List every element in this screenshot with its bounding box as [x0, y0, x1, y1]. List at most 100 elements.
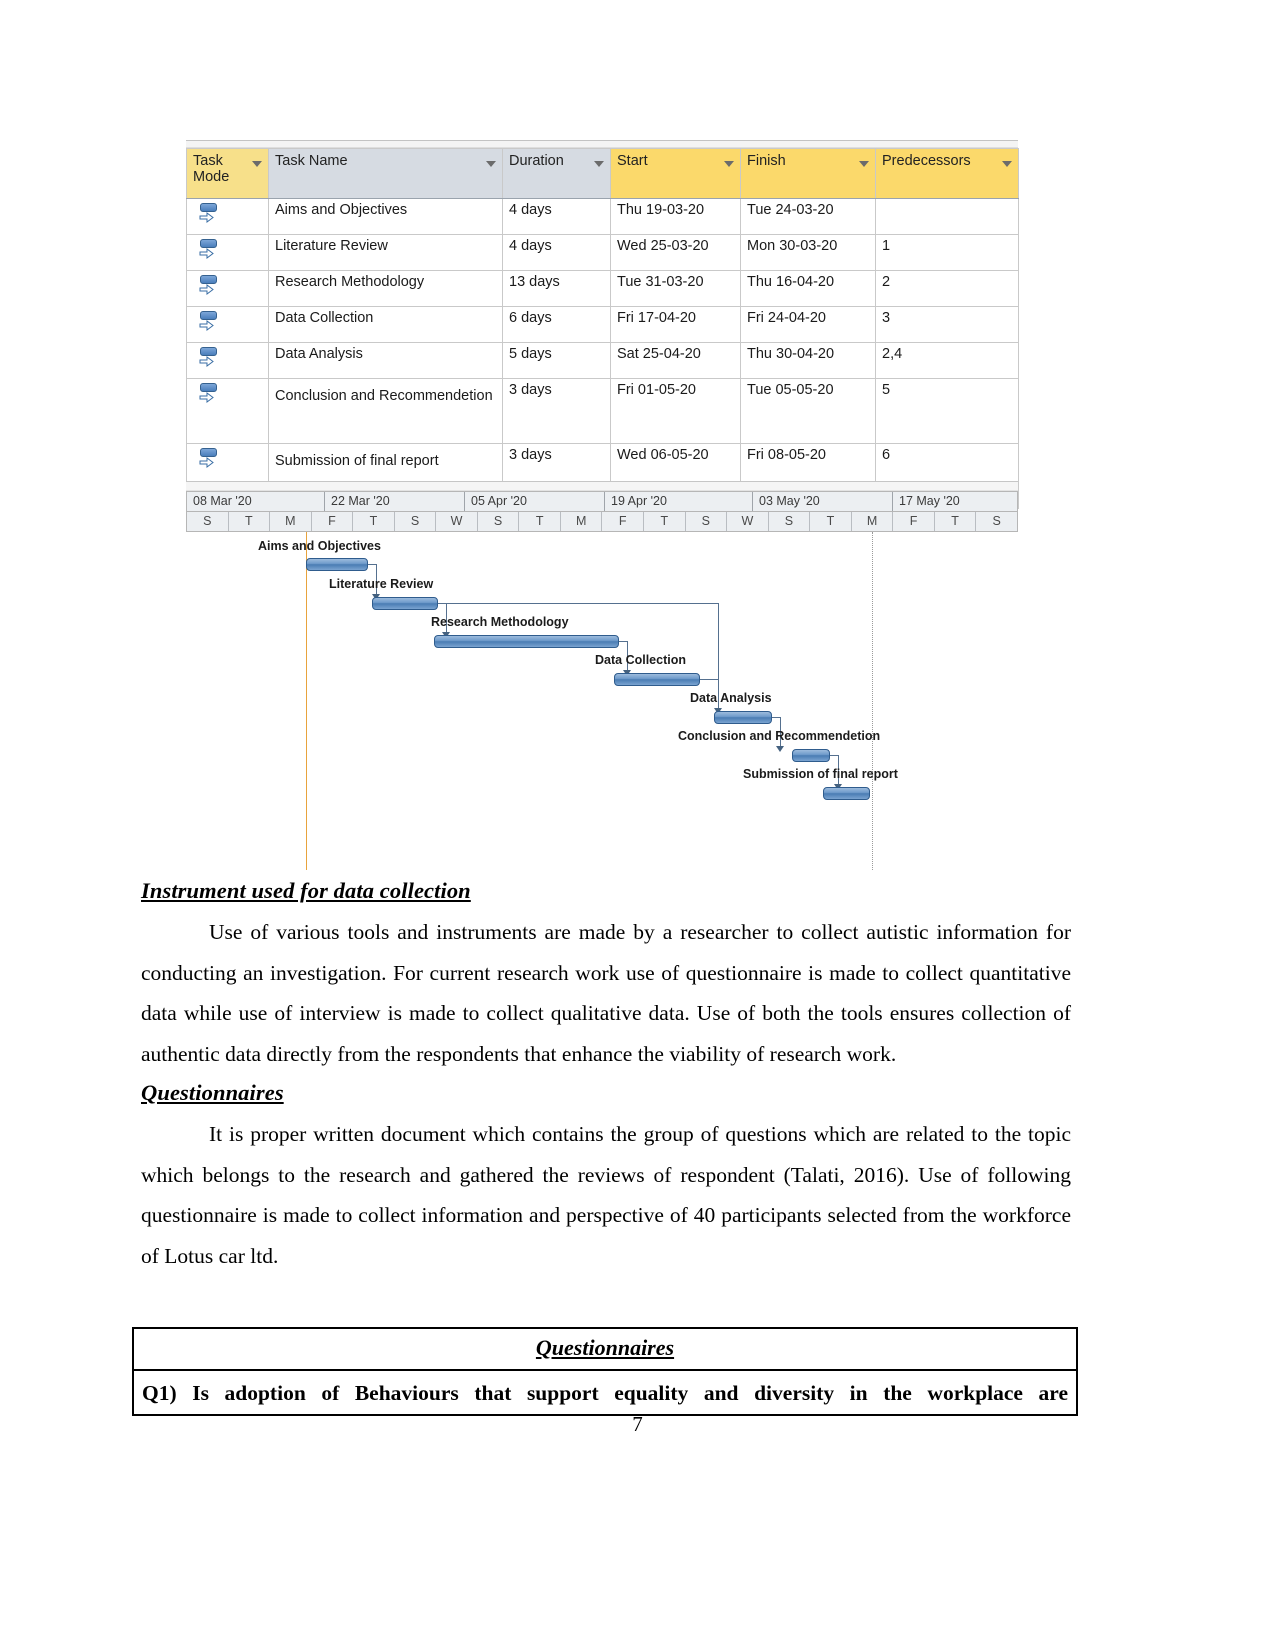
- gantt-separator: [186, 481, 1018, 491]
- auto-schedule-icon: [198, 447, 220, 471]
- auto-schedule-icon: [198, 274, 220, 298]
- day-tick: S: [992, 514, 1001, 528]
- gantt-bar[interactable]: [614, 673, 700, 686]
- gantt-timeline-weeks: 08 Mar '20 22 Mar '20 05 Apr '20 19 Apr …: [186, 491, 1018, 511]
- day-tick: F: [312, 512, 354, 531]
- cell-duration[interactable]: 5 days: [502, 342, 611, 379]
- cell-task-name[interactable]: Literature Review: [268, 234, 503, 271]
- bar-label: Literature Review: [329, 577, 434, 591]
- cell-predecessors[interactable]: 2,4: [875, 342, 1019, 379]
- cell-duration[interactable]: 4 days: [502, 198, 611, 235]
- ms-project-screenshot: Task Mode Task Name Duration Start Finis…: [186, 140, 1019, 509]
- column-header-task-mode[interactable]: Task Mode: [186, 148, 269, 199]
- dependency-link: [438, 603, 718, 604]
- dependency-link: [619, 641, 627, 642]
- dependency-link: [700, 679, 718, 680]
- cell-task-name[interactable]: Data Collection: [268, 306, 503, 343]
- cell-task-mode[interactable]: [186, 378, 269, 444]
- column-header-start[interactable]: Start: [610, 148, 741, 199]
- column-header-task-name[interactable]: Task Name: [268, 148, 503, 199]
- cell-start[interactable]: Wed 25-03-20: [610, 234, 741, 271]
- auto-schedule-icon: [198, 382, 220, 406]
- cell-predecessors[interactable]: 2: [875, 270, 1019, 307]
- table-row[interactable]: Conclusion and Recommendetion 3 days Fri…: [186, 378, 1019, 444]
- cell-duration[interactable]: 4 days: [502, 234, 611, 271]
- bar-label: Aims and Objectives: [258, 539, 381, 553]
- filter-arrow-icon[interactable]: [1002, 161, 1012, 167]
- table-row[interactable]: Data Analysis 5 days Sat 25-04-20 Thu 30…: [186, 342, 1019, 379]
- filter-arrow-icon[interactable]: [486, 161, 496, 167]
- cell-predecessors[interactable]: 3: [875, 306, 1019, 343]
- header-label: Duration: [509, 153, 564, 169]
- cell-start[interactable]: Tue 31-03-20: [610, 270, 741, 307]
- header-label: Predecessors: [882, 153, 971, 169]
- cell-finish[interactable]: Thu 30-04-20: [740, 342, 876, 379]
- cell-duration[interactable]: 13 days: [502, 270, 611, 307]
- cell-start[interactable]: Fri 01-05-20: [610, 378, 741, 444]
- day-tick: T: [935, 512, 977, 531]
- cell-start[interactable]: Sat 25-04-20: [610, 342, 741, 379]
- questionnaire-box-title: Questionnaires: [134, 1329, 1076, 1371]
- cell-finish[interactable]: Tue 24-03-20: [740, 198, 876, 235]
- table-row[interactable]: Aims and Objectives 4 days Thu 19-03-20 …: [186, 198, 1019, 235]
- table-row[interactable]: Literature Review 4 days Wed 25-03-20 Mo…: [186, 234, 1019, 271]
- gantt-bar[interactable]: [306, 558, 368, 571]
- day-tick: T: [644, 512, 686, 531]
- paragraph-instrument: Use of various tools and instruments are…: [141, 920, 1071, 1066]
- project-task-table: Task Mode Task Name Duration Start Finis…: [186, 148, 1019, 509]
- cell-finish[interactable]: Mon 30-03-20: [740, 234, 876, 271]
- cell-task-mode[interactable]: [186, 198, 269, 235]
- auto-schedule-icon: [198, 310, 220, 334]
- questionnaire-box: Questionnaires Q1) Is adoption of Behavi…: [132, 1327, 1078, 1416]
- gantt-bar[interactable]: [714, 711, 772, 724]
- day-tick: T: [519, 512, 561, 531]
- today-marker-line: [306, 532, 307, 870]
- cell-task-name[interactable]: Research Methodology: [268, 270, 503, 307]
- status-date-line: [872, 532, 873, 870]
- gantt-bar[interactable]: [823, 787, 870, 800]
- day-tick: M: [852, 512, 894, 531]
- document-page: Task Mode Task Name Duration Start Finis…: [0, 0, 1275, 1651]
- bar-label: Submission of final report: [743, 767, 898, 781]
- filter-arrow-icon[interactable]: [724, 161, 734, 167]
- cell-finish[interactable]: Fri 24-04-20: [740, 306, 876, 343]
- day-tick: S: [769, 512, 811, 531]
- cell-task-mode[interactable]: [186, 306, 269, 343]
- header-label: Start: [617, 153, 648, 169]
- cell-start[interactable]: Fri 17-04-20: [610, 306, 741, 343]
- day-tick: S: [395, 512, 437, 531]
- gantt-bar[interactable]: [434, 635, 619, 648]
- cell-task-name[interactable]: Conclusion and Recommendetion: [268, 378, 503, 444]
- cell-task-mode[interactable]: [186, 234, 269, 271]
- gantt-chart: 08 Mar '20 22 Mar '20 05 Apr '20 19 Apr …: [186, 481, 1018, 870]
- auto-schedule-icon: [198, 238, 220, 262]
- column-header-finish[interactable]: Finish: [740, 148, 876, 199]
- cell-predecessors[interactable]: 5: [875, 378, 1019, 444]
- cell-duration[interactable]: 6 days: [502, 306, 611, 343]
- gantt-bar[interactable]: [792, 749, 830, 762]
- gantt-bar[interactable]: [372, 597, 438, 610]
- bar-label: Data Collection: [595, 653, 686, 667]
- filter-arrow-icon[interactable]: [594, 161, 604, 167]
- cell-start[interactable]: Thu 19-03-20: [610, 198, 741, 235]
- column-header-duration[interactable]: Duration: [502, 148, 611, 199]
- cell-task-mode[interactable]: [186, 342, 269, 379]
- cell-task-name[interactable]: Aims and Objectives: [268, 198, 503, 235]
- cell-duration[interactable]: 3 days: [502, 378, 611, 444]
- cell-task-name[interactable]: Data Analysis: [268, 342, 503, 379]
- header-label-line1: Task: [193, 153, 223, 169]
- filter-arrow-icon[interactable]: [859, 161, 869, 167]
- table-row[interactable]: Data Collection 6 days Fri 17-04-20 Fri …: [186, 306, 1019, 343]
- filter-arrow-icon[interactable]: [252, 161, 262, 167]
- cell-predecessors[interactable]: 1: [875, 234, 1019, 271]
- cell-finish[interactable]: Tue 05-05-20: [740, 378, 876, 444]
- paragraph-questionnaires: It is proper written document which cont…: [141, 1122, 1071, 1268]
- column-header-predecessors[interactable]: Predecessors: [875, 148, 1019, 199]
- day-tick: W: [436, 512, 478, 531]
- dependency-link: [368, 564, 376, 565]
- cell-task-mode[interactable]: [186, 270, 269, 307]
- table-row[interactable]: Research Methodology 13 days Tue 31-03-2…: [186, 270, 1019, 307]
- dependency-arrow-icon: [776, 746, 784, 752]
- cell-finish[interactable]: Thu 16-04-20: [740, 270, 876, 307]
- cell-predecessors[interactable]: [875, 198, 1019, 235]
